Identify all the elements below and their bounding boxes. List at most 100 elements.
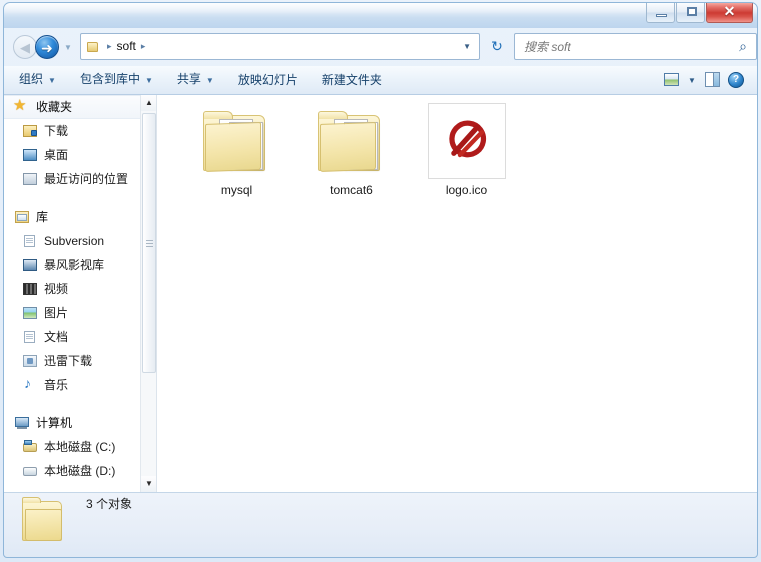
search-input[interactable]: 搜索 soft (515, 38, 730, 55)
scroll-down-icon[interactable]: ▼ (141, 476, 156, 492)
body-area: 收藏夹 下载 桌面 最近访问的位置 库 (4, 95, 757, 492)
sidebar-item-libraries[interactable]: 库 (4, 205, 156, 229)
search-icon: ⌕ (739, 38, 747, 54)
close-button[interactable]: ✕ (706, 3, 753, 23)
sidebar-item-videos[interactable]: 视频 (4, 277, 156, 301)
file-item-mysql-label: mysql (220, 183, 253, 197)
explorer-window: ✕ ◀ ➜ ▼ ▸ soft ▸ ▼ ↻ 搜索 soft ⌕ 组织 ▼ 包含到库… (0, 0, 761, 562)
scroll-up-icon[interactable]: ▲ (141, 95, 156, 111)
sidebar-item-subversion-label: Subversion (44, 234, 105, 248)
sidebar-item-music[interactable]: 音乐 (4, 373, 156, 397)
sidebar-item-computer-label: 计算机 (36, 416, 73, 430)
toolbar-item-slideshow[interactable]: 放映幻灯片 (229, 69, 307, 92)
address-folder-icon (85, 40, 101, 54)
view-icon (664, 73, 679, 86)
scrollbar-thumb[interactable] (142, 113, 156, 373)
chevron-down-icon: ▼ (205, 75, 214, 85)
refresh-button[interactable]: ↻ (485, 34, 509, 59)
address-dropdown-icon[interactable]: ▼ (463, 42, 479, 51)
toolbar-item-share[interactable]: 共享 ▼ (168, 68, 223, 91)
sidebar-item-downloads[interactable]: 下载 (4, 119, 156, 143)
sidebar-item-documents-label: 文档 (44, 330, 69, 344)
toolbar-item-include-in-library[interactable]: 包含到库中 ▼ (71, 68, 162, 91)
sidebar-item-pictures[interactable]: 图片 (4, 301, 156, 325)
recent-places-icon (22, 171, 38, 187)
help-label: ? (732, 74, 740, 85)
video-library-icon (22, 257, 38, 273)
folder-icon (312, 103, 392, 179)
sidebar-item-videos-label: 视频 (44, 282, 69, 296)
sidebar-item-desktop[interactable]: 桌面 (4, 143, 156, 167)
sidebar-item-local-disk-d-label: 本地磁盘 (D:) (44, 464, 116, 478)
sidebar-item-local-disk-c[interactable]: 本地磁盘 (C:) (4, 435, 156, 459)
help-button[interactable]: ? (725, 70, 747, 90)
back-icon: ◀ (20, 40, 30, 55)
logo-icon (448, 120, 486, 158)
nav-arrows: ◀ ➜ ▼ (10, 33, 82, 61)
sidebar-item-baofeng-library[interactable]: 暴风影视库 (4, 253, 156, 277)
ico-thumbnail (427, 103, 507, 179)
file-item-tomcat6-label: tomcat6 (330, 183, 373, 197)
sidebar-item-libraries-label: 库 (36, 210, 49, 224)
preview-pane-button[interactable] (701, 70, 723, 90)
toolbar-item-share-label: 共享 (176, 72, 201, 87)
title-bar: ✕ (3, 2, 758, 28)
computer-icon (14, 415, 30, 431)
maximize-button[interactable] (676, 3, 705, 23)
sidebar-item-baofeng-library-label: 暴风影视库 (44, 258, 105, 272)
navigation-pane: 收藏夹 下载 桌面 最近访问的位置 库 (4, 95, 156, 492)
scrollbar-grip-icon (146, 240, 153, 247)
file-item-logo-ico[interactable]: logo.ico (409, 103, 524, 198)
history-dropdown-icon[interactable]: ▼ (62, 43, 74, 53)
star-icon (13, 96, 30, 115)
sidebar-item-music-label: 音乐 (44, 378, 69, 392)
file-list-view[interactable]: mysql tomcat6 logo.ico (157, 95, 757, 492)
sidebar-item-computer[interactable]: 计算机 (4, 411, 156, 435)
toolbar-item-organize[interactable]: 组织 ▼ (10, 68, 65, 91)
desktop-icon (22, 147, 38, 163)
sidebar-item-thunder-download-label: 迅雷下载 (44, 354, 93, 368)
toolbar-right-group: ▼ ? (661, 70, 757, 90)
sidebar-item-local-disk-d[interactable]: 本地磁盘 (D:) (4, 459, 156, 483)
sidebar-item-favorites-label: 收藏夹 (36, 100, 73, 114)
system-drive-icon (22, 439, 38, 455)
status-folder-icon (16, 497, 70, 555)
breadcrumb-separator-trailing[interactable]: ▸ (138, 34, 149, 59)
document-icon (22, 329, 38, 345)
sidebar-item-subversion[interactable]: Subversion (4, 229, 156, 253)
address-bar[interactable]: ▸ soft ▸ ▼ (80, 33, 480, 60)
toolbar-item-include-in-library-label: 包含到库中 (79, 72, 140, 87)
toolbar-item-new-folder-label: 新建文件夹 (321, 72, 382, 87)
film-icon (22, 281, 38, 297)
toolbar-item-new-folder[interactable]: 新建文件夹 (313, 69, 391, 92)
help-icon: ? (728, 72, 744, 88)
status-bar: 3 个对象 (4, 492, 757, 558)
sidebar-scrollbar[interactable]: ▲ ▼ (140, 95, 156, 492)
forward-icon: ➜ (41, 40, 53, 56)
music-icon (22, 375, 38, 393)
toolbar-item-organize-label: 组织 (19, 72, 44, 87)
forward-button[interactable]: ➜ (35, 35, 59, 59)
file-item-mysql[interactable]: mysql (179, 103, 294, 198)
change-view-button[interactable] (661, 70, 683, 90)
window-controls: ✕ (646, 3, 753, 23)
sidebar-item-local-disk-c-label: 本地磁盘 (C:) (44, 440, 116, 454)
view-dropdown-icon[interactable]: ▼ (685, 76, 699, 85)
back-button[interactable]: ◀ (13, 35, 37, 59)
sidebar-item-documents[interactable]: 文档 (4, 325, 156, 349)
breadcrumb-soft[interactable]: soft (115, 34, 138, 59)
minimize-button[interactable] (646, 3, 675, 23)
pictures-icon (22, 305, 38, 321)
search-box[interactable]: 搜索 soft ⌕ (514, 33, 757, 60)
file-items: mysql tomcat6 logo.ico (179, 103, 524, 198)
sidebar-item-favorites[interactable]: 收藏夹 (4, 95, 156, 119)
breadcrumb-separator-leading: ▸ (107, 41, 112, 51)
sidebar-item-recent-places[interactable]: 最近访问的位置 (4, 167, 156, 191)
file-item-tomcat6[interactable]: tomcat6 (294, 103, 409, 198)
navigation-row: ◀ ➜ ▼ ▸ soft ▸ ▼ ↻ 搜索 soft ⌕ (4, 28, 757, 66)
chevron-down-icon: ▼ (48, 75, 56, 85)
preview-pane-icon (705, 72, 720, 87)
sidebar-item-thunder-download[interactable]: 迅雷下载 (4, 349, 156, 373)
